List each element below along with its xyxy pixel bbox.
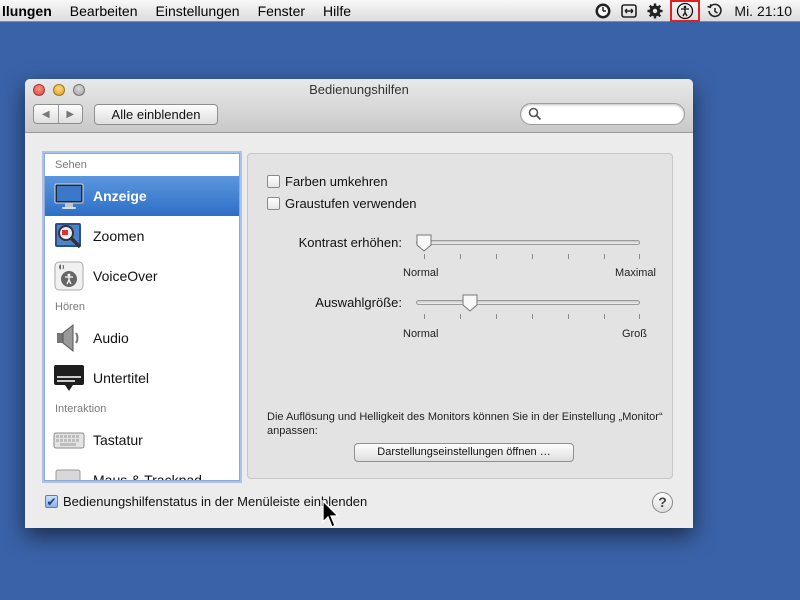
cursor-size-tick: [604, 314, 605, 319]
menu-app-name[interactable]: llungen: [0, 0, 61, 22]
menu-help[interactable]: Hilfe: [314, 0, 360, 22]
contrast-tick: [496, 254, 497, 259]
cursor-size-tick: [568, 314, 569, 319]
cursor-size-tick: [460, 314, 461, 319]
cursor-size-tick: [532, 314, 533, 319]
resize-icon[interactable]: [618, 0, 640, 22]
sidebar-item-zoom[interactable]: Zoomen: [45, 216, 239, 256]
sidebar-item-display[interactable]: Anzeige: [45, 176, 239, 216]
back-forward-control: ◀ ▶: [33, 104, 83, 124]
menu-clock[interactable]: Mi. 21:10: [728, 3, 800, 19]
search-input[interactable]: [545, 106, 677, 122]
menu-settings[interactable]: Einstellungen: [147, 0, 249, 22]
preferences-window: Bedienungshilfen ◀ ▶ Alle einblenden Seh…: [25, 79, 693, 528]
sidebar-item-label: Untertitel: [93, 370, 150, 386]
monitor-icon: [52, 179, 86, 213]
category-list[interactable]: Sehen Anzeige Zoomen VoiceOver Hören Aud…: [44, 153, 240, 481]
section-seeing: Sehen: [55, 159, 87, 171]
cursor-size-slider-thumb[interactable]: [462, 294, 478, 312]
forward-arrow-icon[interactable]: ▶: [59, 105, 83, 123]
show-status-checkbox[interactable]: ✔: [45, 495, 58, 508]
sidebar-item-audio[interactable]: Audio: [45, 318, 239, 358]
contrast-max-label: Maximal: [615, 267, 656, 279]
caption-bubble-icon: [52, 361, 86, 395]
section-interaction: Interaktion: [55, 403, 107, 415]
help-button[interactable]: ?: [652, 492, 673, 513]
contrast-min-label: Normal: [403, 267, 439, 279]
sidebar-item-keyboard[interactable]: Tastatur: [45, 420, 239, 460]
sidebar-item-label: Audio: [93, 330, 129, 346]
menu-edit[interactable]: Bearbeiten: [61, 0, 147, 22]
sidebar-item-label: Zoomen: [93, 228, 145, 244]
invert-colors-label: Farben umkehren: [285, 174, 388, 189]
mouse-trackpad-icon: [52, 463, 86, 480]
sidebar-item-subtitles[interactable]: Untertitel: [45, 358, 239, 398]
contrast-tick: [568, 254, 569, 259]
contrast-tick: [604, 254, 605, 259]
menu-items: llungen Bearbeiten Einstellungen Fenster…: [0, 0, 360, 22]
zoom-magnifier-icon: [52, 219, 86, 253]
speaker-icon: [52, 321, 86, 355]
section-hearing: Hören: [55, 301, 85, 313]
invert-colors-checkbox[interactable]: [267, 175, 280, 188]
cursor-size-min-label: Normal: [403, 328, 439, 340]
cursor-size-slider-track[interactable]: [416, 300, 640, 305]
show-status-row[interactable]: ✔ Bedienungshilfenstatus in der Menüleis…: [45, 494, 367, 509]
accessibility-status-icon[interactable]: [670, 0, 701, 22]
menu-extras: Mi. 21:10: [590, 0, 800, 22]
menu-bar: llungen Bearbeiten Einstellungen Fenster…: [0, 0, 800, 22]
contrast-tick: [532, 254, 533, 259]
sidebar-item-voiceover[interactable]: VoiceOver: [45, 256, 239, 296]
sidebar-item-label: Tastatur: [93, 432, 143, 448]
menu-window[interactable]: Fenster: [249, 0, 314, 22]
contrast-label: Kontrast erhöhen:: [298, 235, 402, 250]
window-toolbar: Bedienungshilfen ◀ ▶ Alle einblenden: [25, 79, 693, 133]
time-machine-icon[interactable]: [704, 0, 726, 22]
cursor-size-tick: [424, 314, 425, 319]
monitor-note: Die Auflösung und Helligkeit des Monitor…: [267, 411, 663, 437]
cursor-size-tick: [496, 314, 497, 319]
cursor-size-tick: [639, 314, 640, 319]
search-icon: [528, 107, 542, 121]
cursor-size-max-label: Groß: [621, 328, 647, 340]
grayscale-label: Graustufen verwenden: [285, 196, 417, 211]
search-field[interactable]: [520, 103, 685, 125]
sidebar-item-label: Maus & Trackpad: [93, 472, 202, 481]
grayscale-checkbox[interactable]: [267, 197, 280, 210]
voiceover-icon: [52, 259, 86, 293]
invert-colors-row[interactable]: Farben umkehren: [267, 174, 388, 189]
contrast-tick: [460, 254, 461, 259]
contrast-tick: [639, 254, 640, 259]
timer-icon[interactable]: [592, 0, 614, 22]
contrast-slider-track[interactable]: [416, 240, 640, 245]
mouse-pointer-icon: [322, 500, 340, 528]
open-display-settings-button[interactable]: Darstellungseinstellungen öffnen …: [354, 443, 574, 462]
window-title: Bedienungshilfen: [309, 82, 409, 97]
keyboard-icon: [52, 423, 86, 457]
contrast-slider-thumb[interactable]: [416, 234, 432, 252]
grayscale-row[interactable]: Graustufen verwenden: [267, 196, 417, 211]
show-all-button[interactable]: Alle einblenden: [94, 104, 218, 125]
gear-icon[interactable]: [644, 0, 666, 22]
sidebar-item-label: VoiceOver: [93, 268, 158, 284]
contrast-tick: [424, 254, 425, 259]
back-arrow-icon[interactable]: ◀: [34, 105, 59, 123]
cursor-size-label: Auswahlgröße:: [315, 295, 402, 310]
display-settings-pane: Farben umkehren Graustufen verwenden Kon…: [247, 153, 673, 479]
sidebar-item-label: Anzeige: [93, 188, 147, 204]
sidebar-item-mouse[interactable]: Maus & Trackpad: [45, 460, 239, 481]
